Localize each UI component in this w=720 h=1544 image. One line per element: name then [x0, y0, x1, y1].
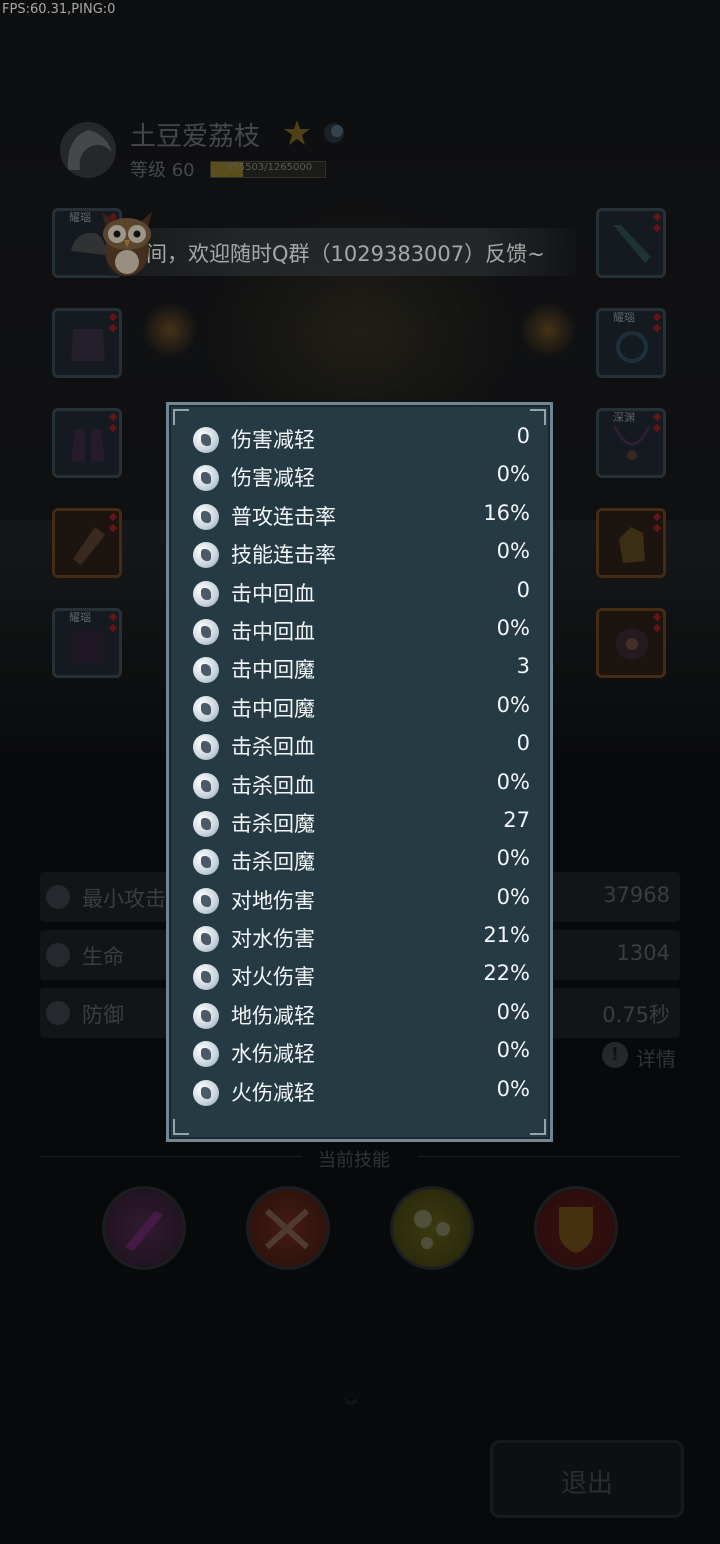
attribute-row: 伤害减轻 0%: [169, 457, 550, 495]
attribute-icon: [193, 542, 219, 569]
attribute-row: 对火伤害 22%: [169, 956, 550, 994]
attribute-label: 对水伤害: [231, 927, 315, 952]
attribute-label: 对火伤害: [231, 965, 315, 990]
attribute-row: 普攻连击率 16%: [169, 496, 550, 534]
attribute-row: 火伤减轻 0%: [169, 1072, 550, 1110]
attribute-row: 技能连击率 0%: [169, 534, 550, 572]
attribute-row: 地伤减轻 0%: [169, 995, 550, 1033]
attribute-value: 16%: [483, 500, 530, 525]
attribute-label: 击杀回血: [231, 773, 315, 798]
attribute-icon: [193, 465, 219, 492]
attribute-value: 0: [516, 577, 530, 602]
attribute-icon: [193, 1079, 219, 1106]
attribute-row: 水伤减轻 0%: [169, 1033, 550, 1071]
attribute-label: 击中回魔: [231, 658, 315, 683]
attribute-icon: [193, 887, 219, 914]
attribute-value: 0%: [496, 846, 530, 871]
attribute-value: 0%: [496, 539, 530, 564]
attribute-row: 击中回血 0: [169, 573, 550, 611]
attribute-value: 0%: [496, 999, 530, 1024]
attribute-row: 对水伤害 21%: [169, 918, 550, 956]
attribute-label: 地伤减轻: [231, 1003, 315, 1028]
attribute-value: 0%: [496, 769, 530, 794]
attribute-icon: [193, 695, 219, 722]
attribute-row: 击中回血 0%: [169, 611, 550, 649]
attribute-value: 0%: [496, 692, 530, 717]
attribute-row: 对地伤害 0%: [169, 880, 550, 918]
attribute-value: 21%: [483, 923, 530, 948]
attribute-icon: [193, 810, 219, 837]
attribute-row: 击中回魔 0%: [169, 688, 550, 726]
attribute-label: 普攻连击率: [231, 504, 336, 529]
panel-corner: [530, 1119, 546, 1135]
attribute-value: 27: [503, 807, 530, 832]
attribute-label: 伤害减轻: [231, 466, 315, 491]
attribute-icon: [193, 1002, 219, 1029]
attribute-row: 击杀回魔 0%: [169, 841, 550, 879]
attribute-value: 0%: [496, 1076, 530, 1101]
attribute-label: 对地伤害: [231, 888, 315, 913]
attribute-icon: [193, 1041, 219, 1068]
attribute-value: 0%: [496, 1038, 530, 1063]
attribute-label: 击中回魔: [231, 696, 315, 721]
attribute-icon: [193, 849, 219, 876]
attribute-label: 技能连击率: [231, 543, 336, 568]
attribute-label: 击中回血: [231, 619, 315, 644]
attribute-value: 22%: [483, 961, 530, 986]
attribute-icon: [193, 964, 219, 991]
attribute-row: 击杀回血 0: [169, 726, 550, 764]
attribute-row: 伤害减轻 0: [169, 419, 550, 457]
attribute-label: 击杀回血: [231, 735, 315, 760]
attribute-label: 水伤减轻: [231, 1042, 315, 1067]
attribute-value: 0: [516, 424, 530, 448]
panel-corner: [173, 1119, 189, 1135]
attribute-icon: [193, 657, 219, 684]
attribute-value: 0%: [496, 462, 530, 487]
attribute-label: 击中回血: [231, 581, 315, 606]
attribute-value: 3: [516, 654, 530, 679]
attribute-list[interactable]: 伤害减轻 0 伤害减轻 0% 普攻连击率 16% 技能连击率 0% 击中回血 0 击中回血 0% 击中回…: [169, 419, 550, 1119]
attribute-icon: [193, 772, 219, 799]
attribute-icon: [193, 580, 219, 607]
attribute-icon: [193, 926, 219, 953]
attribute-label: 击杀回魔: [231, 811, 315, 836]
attribute-label: 击杀回魔: [231, 850, 315, 875]
attribute-value: 0%: [496, 884, 530, 909]
attribute-panel[interactable]: 伤害减轻 0 伤害减轻 0% 普攻连击率 16% 技能连击率 0% 击中回血 0 击中回血 0% 击中回…: [166, 402, 553, 1142]
attribute-value: 0: [516, 731, 530, 756]
attribute-icon: [193, 734, 219, 761]
attribute-value: 0%: [496, 615, 530, 640]
attribute-row: 击中回魔 3: [169, 649, 550, 687]
attribute-icon: [193, 618, 219, 645]
attribute-label: 伤害减轻: [231, 428, 315, 452]
attribute-row: 击杀回血 0%: [169, 765, 550, 803]
attribute-icon: [193, 427, 219, 453]
attribute-row: 击杀回魔 27: [169, 803, 550, 841]
attribute-icon: [193, 503, 219, 530]
attribute-label: 火伤减轻: [231, 1080, 315, 1105]
